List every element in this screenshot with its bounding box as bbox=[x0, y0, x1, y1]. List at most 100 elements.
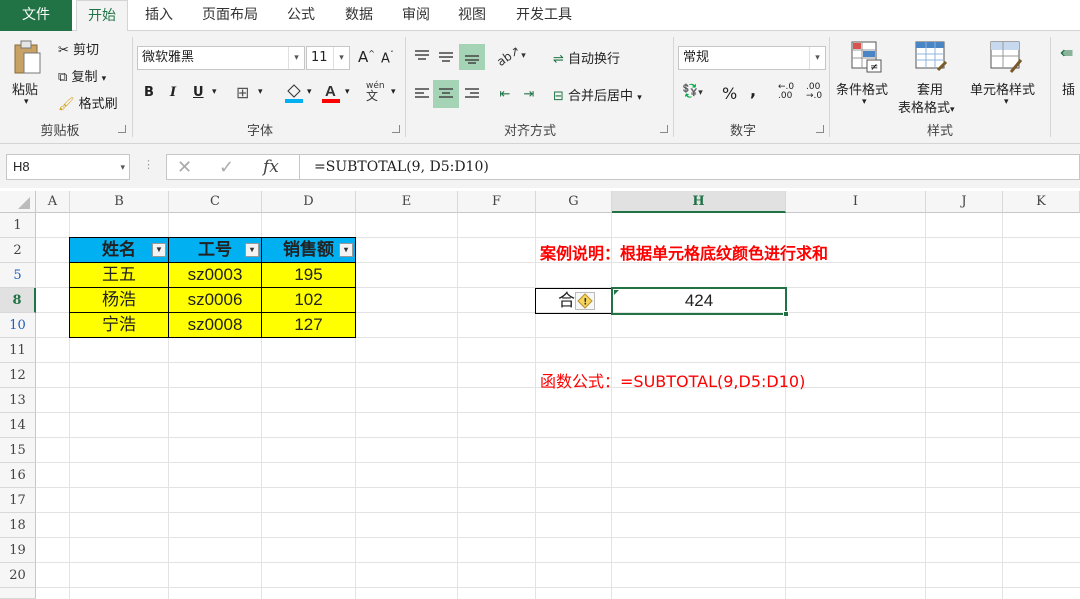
select-all-corner[interactable] bbox=[0, 191, 36, 213]
align-bottom-icon[interactable] bbox=[459, 44, 485, 70]
column-header[interactable]: K bbox=[1003, 191, 1080, 213]
phonetic-dropdown-icon[interactable]: ▾ bbox=[391, 87, 396, 97]
alignment-launcher-icon[interactable] bbox=[660, 125, 668, 133]
conditional-format-icon[interactable]: ≠ bbox=[848, 39, 884, 75]
row-header[interactable]: 18 bbox=[0, 513, 36, 538]
currency-icon[interactable]: 💱▾ bbox=[682, 84, 703, 99]
row-header[interactable]: 5 bbox=[0, 263, 36, 288]
worksheet-grid[interactable]: A B C D E F G H I J K 1 2 5 8 10 11 12 1… bbox=[0, 188, 1080, 599]
percent-button[interactable]: % bbox=[722, 84, 737, 103]
filter-dropdown-icon[interactable]: ▾ bbox=[339, 243, 353, 257]
table-cell[interactable]: 102 bbox=[261, 287, 356, 313]
tab-developer[interactable]: 开发工具 bbox=[505, 0, 583, 31]
orientation-icon[interactable]: ab↗ ▾ bbox=[494, 43, 528, 69]
table-header-cell[interactable]: 工号 ▾ bbox=[168, 237, 262, 263]
tab-review[interactable]: 审阅 bbox=[391, 0, 441, 31]
font-size-select[interactable]: 11 ▾ bbox=[306, 46, 350, 70]
align-left-icon[interactable] bbox=[411, 82, 433, 106]
decrease-decimal-icon[interactable]: .00 →.0 bbox=[806, 83, 822, 101]
font-color-dropdown-icon[interactable]: ▾ bbox=[345, 87, 350, 97]
tab-formulas[interactable]: 公式 bbox=[276, 0, 326, 31]
table-header-cell[interactable]: 销售额 ▾ bbox=[261, 237, 356, 263]
row-header[interactable] bbox=[0, 588, 36, 599]
tab-page-layout[interactable]: 页面布局 bbox=[192, 0, 268, 31]
column-header[interactable]: C bbox=[169, 191, 262, 213]
tab-data[interactable]: 数据 bbox=[334, 0, 384, 31]
row-header[interactable]: 20 bbox=[0, 563, 36, 588]
table-cell[interactable]: 127 bbox=[261, 312, 356, 338]
underline-dropdown-icon[interactable]: ▾ bbox=[212, 87, 217, 97]
error-warning-icon[interactable]: ! bbox=[575, 292, 595, 310]
table-cell[interactable]: 王五 bbox=[69, 262, 169, 288]
format-painter-button[interactable]: 🖌 格式刷 bbox=[58, 93, 118, 112]
italic-button[interactable]: I bbox=[170, 85, 176, 100]
name-box[interactable]: H8 ▾ bbox=[6, 154, 130, 180]
align-right-icon[interactable] bbox=[461, 82, 483, 106]
format-table-line1[interactable]: 套用 bbox=[917, 79, 943, 98]
increase-decimal-icon[interactable]: ←.0.00 bbox=[778, 83, 794, 101]
border-dropdown-icon[interactable]: ▾ bbox=[258, 87, 263, 97]
cut-button[interactable]: ✂ 剪切 bbox=[58, 39, 99, 58]
row-header[interactable]: 2 bbox=[0, 238, 36, 263]
font-color-button[interactable]: A bbox=[320, 81, 342, 107]
align-top-icon[interactable] bbox=[411, 44, 433, 68]
cell-styles-dropdown-icon[interactable]: ▾ bbox=[1004, 97, 1009, 107]
column-header[interactable]: A bbox=[36, 191, 70, 213]
insert-cells-icon[interactable]: ⇚ bbox=[1060, 43, 1073, 62]
copy-button[interactable]: ⧉ 复制 ▾ bbox=[58, 66, 106, 85]
format-table-button[interactable]: 表格格式▾ bbox=[898, 97, 955, 116]
column-header[interactable]: B bbox=[70, 191, 169, 213]
formula-input[interactable]: =SUBTOTAL(9, D5:D10) bbox=[300, 154, 1080, 180]
align-center-icon[interactable] bbox=[433, 80, 459, 108]
row-header[interactable]: 10 bbox=[0, 313, 36, 338]
tab-file[interactable]: 文件 bbox=[0, 0, 72, 31]
shrink-font-button[interactable]: Aˇ bbox=[381, 50, 394, 66]
column-header[interactable]: D bbox=[262, 191, 356, 213]
increase-indent-icon[interactable]: ⇥ bbox=[518, 82, 540, 106]
insert-function-icon[interactable]: fx bbox=[263, 157, 279, 177]
row-header[interactable]: 15 bbox=[0, 438, 36, 463]
conditional-dropdown-icon[interactable]: ▾ bbox=[862, 97, 867, 107]
column-header[interactable]: G bbox=[536, 191, 612, 213]
fill-handle[interactable] bbox=[783, 311, 789, 317]
number-format-select[interactable]: 常规 ▾ bbox=[678, 46, 826, 70]
format-table-icon[interactable] bbox=[913, 39, 949, 75]
row-header-selected[interactable]: 8 bbox=[0, 288, 36, 313]
sum-label-cell[interactable]: 合 bbox=[535, 288, 612, 314]
table-cell[interactable]: 195 bbox=[261, 262, 356, 288]
row-header[interactable]: 1 bbox=[0, 213, 36, 238]
filter-active-icon[interactable]: ▼ bbox=[152, 243, 166, 257]
comma-button[interactable]: , bbox=[750, 81, 756, 100]
tab-view[interactable]: 视图 bbox=[447, 0, 497, 31]
underline-button[interactable]: U bbox=[193, 85, 204, 100]
clipboard-launcher-icon[interactable] bbox=[118, 125, 126, 133]
number-launcher-icon[interactable] bbox=[816, 125, 824, 133]
copy-dropdown-icon[interactable]: ▾ bbox=[102, 74, 107, 84]
paste-button[interactable]: 粘贴 bbox=[12, 79, 38, 98]
row-header[interactable]: 19 bbox=[0, 538, 36, 563]
column-header[interactable]: J bbox=[926, 191, 1003, 213]
grow-font-button[interactable]: A^ bbox=[358, 48, 375, 66]
filter-dropdown-icon[interactable]: ▾ bbox=[245, 243, 259, 257]
wrap-text-button[interactable]: ⇌ 自动换行 bbox=[553, 48, 620, 67]
row-header[interactable]: 12 bbox=[0, 363, 36, 388]
table-cell[interactable]: sz0006 bbox=[168, 287, 262, 313]
tab-home[interactable]: 开始 bbox=[76, 0, 128, 32]
bold-button[interactable]: B bbox=[144, 85, 154, 100]
column-header[interactable]: E bbox=[356, 191, 458, 213]
row-header[interactable]: 11 bbox=[0, 338, 36, 363]
enter-icon[interactable]: ✓ bbox=[219, 157, 234, 178]
row-header[interactable]: 14 bbox=[0, 413, 36, 438]
column-header-selected[interactable]: H bbox=[612, 191, 786, 213]
font-launcher-icon[interactable] bbox=[392, 125, 400, 133]
insert-cells-button[interactable]: 插 bbox=[1062, 79, 1075, 98]
tab-insert[interactable]: 插入 bbox=[134, 0, 184, 31]
border-icon[interactable]: ⊞ bbox=[236, 83, 249, 102]
column-header[interactable]: I bbox=[786, 191, 926, 213]
row-header[interactable]: 13 bbox=[0, 388, 36, 413]
column-header[interactable]: F bbox=[458, 191, 536, 213]
clipboard-icon[interactable] bbox=[8, 37, 46, 77]
table-cell[interactable]: sz0003 bbox=[168, 262, 262, 288]
table-cell[interactable]: 杨浩 bbox=[69, 287, 169, 313]
paste-dropdown-icon[interactable]: ▾ bbox=[24, 97, 29, 107]
